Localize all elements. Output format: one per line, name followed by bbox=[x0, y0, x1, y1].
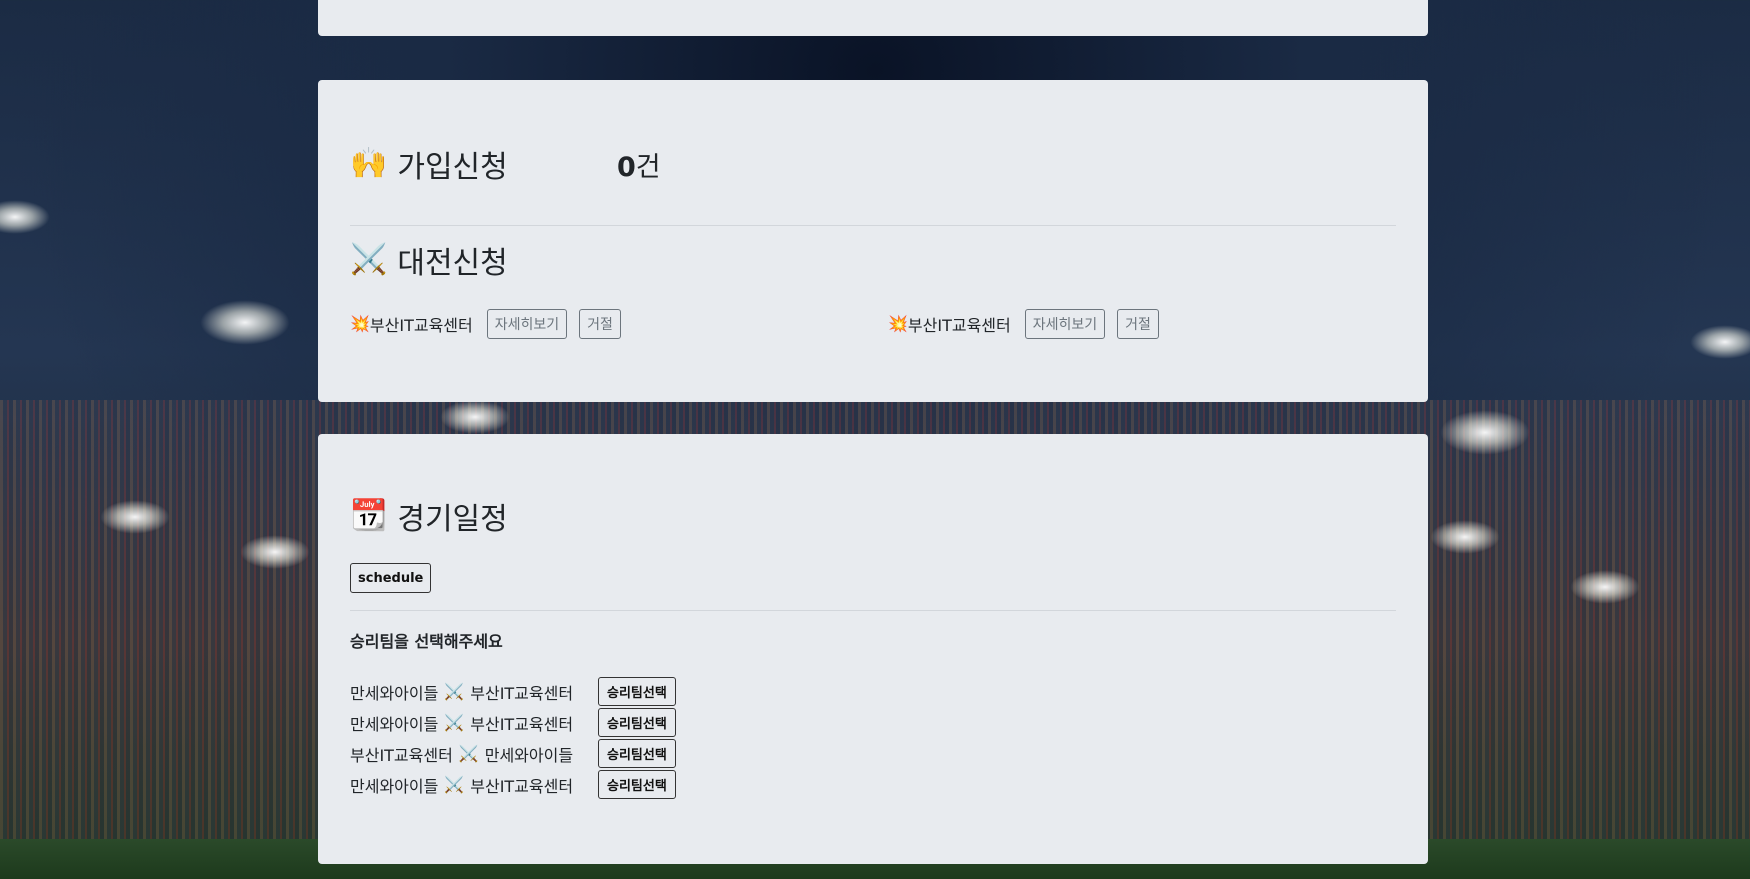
reject-button[interactable]: 거절 bbox=[1117, 309, 1159, 339]
collision-icon: 💥 bbox=[350, 314, 370, 333]
join-request-count-number: 0 bbox=[617, 152, 636, 183]
detail-button[interactable]: 자세히보기 bbox=[1024, 309, 1106, 339]
away-team: 만세와아이들 bbox=[484, 745, 574, 765]
select-winner-button[interactable]: 승리팀선택 bbox=[598, 739, 676, 768]
schedule-title: 경기일정 bbox=[397, 502, 508, 537]
raised-hands-icon: 🙌 bbox=[350, 146, 388, 181]
stadium-light bbox=[1430, 520, 1500, 554]
stadium-light bbox=[100, 500, 170, 534]
join-request-count-unit: 건 bbox=[635, 152, 661, 183]
match-request-team: 부산IT교육센터 bbox=[907, 316, 1011, 335]
match-teams: 만세와아이들 ⚔️ 부산IT교육센터 bbox=[350, 680, 598, 704]
away-team: 부산IT교육센터 bbox=[470, 776, 574, 796]
match-request-title: 대전신청 bbox=[397, 246, 508, 281]
match-teams: 만세와아이들 ⚔️ 부산IT교육센터 bbox=[350, 773, 598, 797]
match-request-item: 💥 부산IT교육센터 자세히보기 거절 bbox=[888, 309, 1171, 339]
stadium-light bbox=[1690, 325, 1750, 359]
join-request-heading: 🙌 가입신청 bbox=[350, 142, 508, 186]
home-team: 만세와아이들 bbox=[350, 714, 439, 734]
away-team: 부산IT교육센터 bbox=[470, 714, 574, 734]
match-row: 만세와아이들 ⚔️ 부산IT교육센터 승리팀선택 bbox=[350, 676, 676, 707]
requests-panel: 🙌 가입신청 0건 ⚔️ 대전신청 💥 부산IT교육센터 자세히보기 거절 💥 … bbox=[318, 80, 1428, 402]
match-row: 부산IT교육센터 ⚔️ 만세와아이들 승리팀선택 bbox=[350, 738, 676, 769]
home-team: 만세와아이들 bbox=[350, 776, 439, 796]
match-teams: 부산IT교육센터 ⚔️ 만세와아이들 bbox=[350, 742, 598, 766]
crossed-swords-icon: ⚔️ bbox=[444, 713, 465, 732]
join-request-title: 가입신청 bbox=[397, 150, 508, 185]
match-teams: 만세와아이들 ⚔️ 부산IT교육센터 bbox=[350, 711, 598, 735]
collision-icon: 💥 bbox=[888, 314, 908, 333]
match-request-heading: ⚔️ 대전신청 bbox=[350, 238, 508, 282]
home-team: 만세와아이들 bbox=[350, 683, 439, 703]
stadium-light bbox=[440, 400, 510, 434]
stadium-light bbox=[0, 200, 50, 234]
reject-button[interactable]: 거절 bbox=[579, 309, 621, 339]
match-list: 만세와아이들 ⚔️ 부산IT교육센터 승리팀선택 만세와아이들 ⚔️ 부산IT교… bbox=[350, 676, 676, 800]
stadium-light bbox=[1440, 410, 1530, 455]
crossed-swords-icon: ⚔️ bbox=[350, 242, 388, 277]
schedule-heading: 📆 경기일정 bbox=[350, 494, 508, 538]
crossed-swords-icon: ⚔️ bbox=[444, 775, 465, 794]
stadium-light bbox=[240, 535, 310, 569]
match-row: 만세와아이들 ⚔️ 부산IT교육센터 승리팀선택 bbox=[350, 707, 676, 738]
join-request-count: 0건 bbox=[617, 145, 661, 184]
crossed-swords-icon: ⚔️ bbox=[444, 682, 465, 701]
stadium-light bbox=[1570, 570, 1640, 604]
detail-button[interactable]: 자세히보기 bbox=[486, 309, 568, 339]
home-team: 부산IT교육센터 bbox=[350, 745, 453, 765]
select-winner-button[interactable]: 승리팀선택 bbox=[598, 677, 676, 706]
schedule-panel: 📆 경기일정 schedule 승리팀을 선택해주세요 만세와아이들 ⚔️ 부산… bbox=[318, 434, 1428, 864]
match-request-team: 부산IT교육센터 bbox=[369, 316, 473, 335]
calendar-icon: 📆 bbox=[350, 498, 388, 533]
match-request-item: 💥 부산IT교육센터 자세히보기 거절 bbox=[350, 309, 633, 339]
top-panel bbox=[318, 0, 1428, 36]
select-winner-button[interactable]: 승리팀선택 bbox=[598, 708, 676, 737]
divider bbox=[350, 610, 1396, 611]
crossed-swords-icon: ⚔️ bbox=[458, 744, 479, 763]
match-row: 만세와아이들 ⚔️ 부산IT교육센터 승리팀선택 bbox=[350, 769, 676, 800]
divider bbox=[350, 225, 1396, 226]
select-winner-button[interactable]: 승리팀선택 bbox=[598, 770, 676, 799]
schedule-button[interactable]: schedule bbox=[350, 563, 432, 593]
away-team: 부산IT교육센터 bbox=[470, 683, 574, 703]
select-winner-prompt: 승리팀을 선택해주세요 bbox=[350, 632, 503, 651]
stadium-light bbox=[200, 300, 290, 345]
